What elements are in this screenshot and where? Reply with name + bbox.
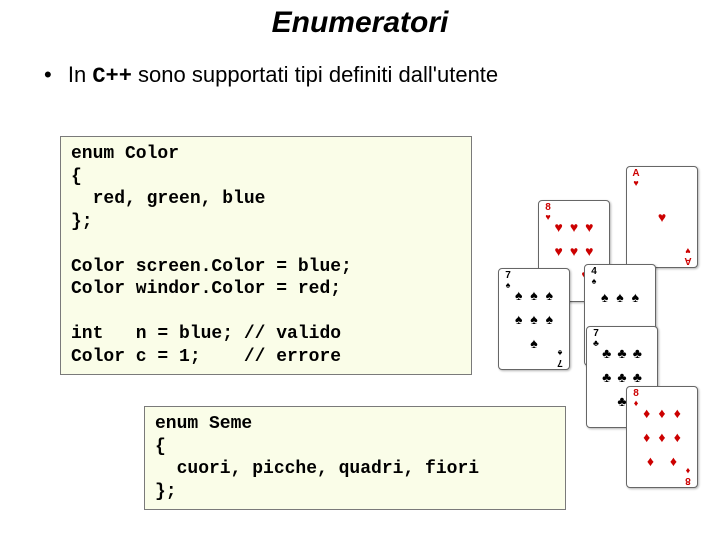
playing-card: 7♠7♠♠♠♠♠♠♠♠ (498, 268, 570, 370)
card-pips: ♦♦♦♦♦♦♦♦ (639, 401, 685, 473)
playing-cards-illustration: A♥A♥♥8♥8♥♥♥♥♥♥♥♥♥7♠7♠♠♠♠♠♠♠♠4♠4♠♠♠♠♠7♣7♣… (486, 156, 696, 396)
bullet-text-prefix: In (68, 62, 86, 87)
playing-card: 8♦8♦♦♦♦♦♦♦♦♦ (626, 386, 698, 488)
code-box-seme-enum: enum Seme { cuori, picche, quadri, fiori… (144, 406, 566, 510)
slide-title: Enumeratori (0, 6, 720, 40)
playing-card: A♥A♥♥ (626, 166, 698, 268)
card-pips: ♥ (639, 181, 685, 253)
bullet-cpp: C++ (92, 64, 132, 89)
bullet-text-rest: sono supportati tipi definiti dall'utent… (138, 62, 498, 87)
card-pips: ♠♠♠♠♠♠♠ (511, 283, 557, 355)
bullet-line: • In C++ sono supportati tipi definiti d… (44, 62, 720, 89)
code-box-color-enum: enum Color { red, green, blue }; Color s… (60, 136, 472, 375)
bullet-marker: • (44, 62, 52, 88)
